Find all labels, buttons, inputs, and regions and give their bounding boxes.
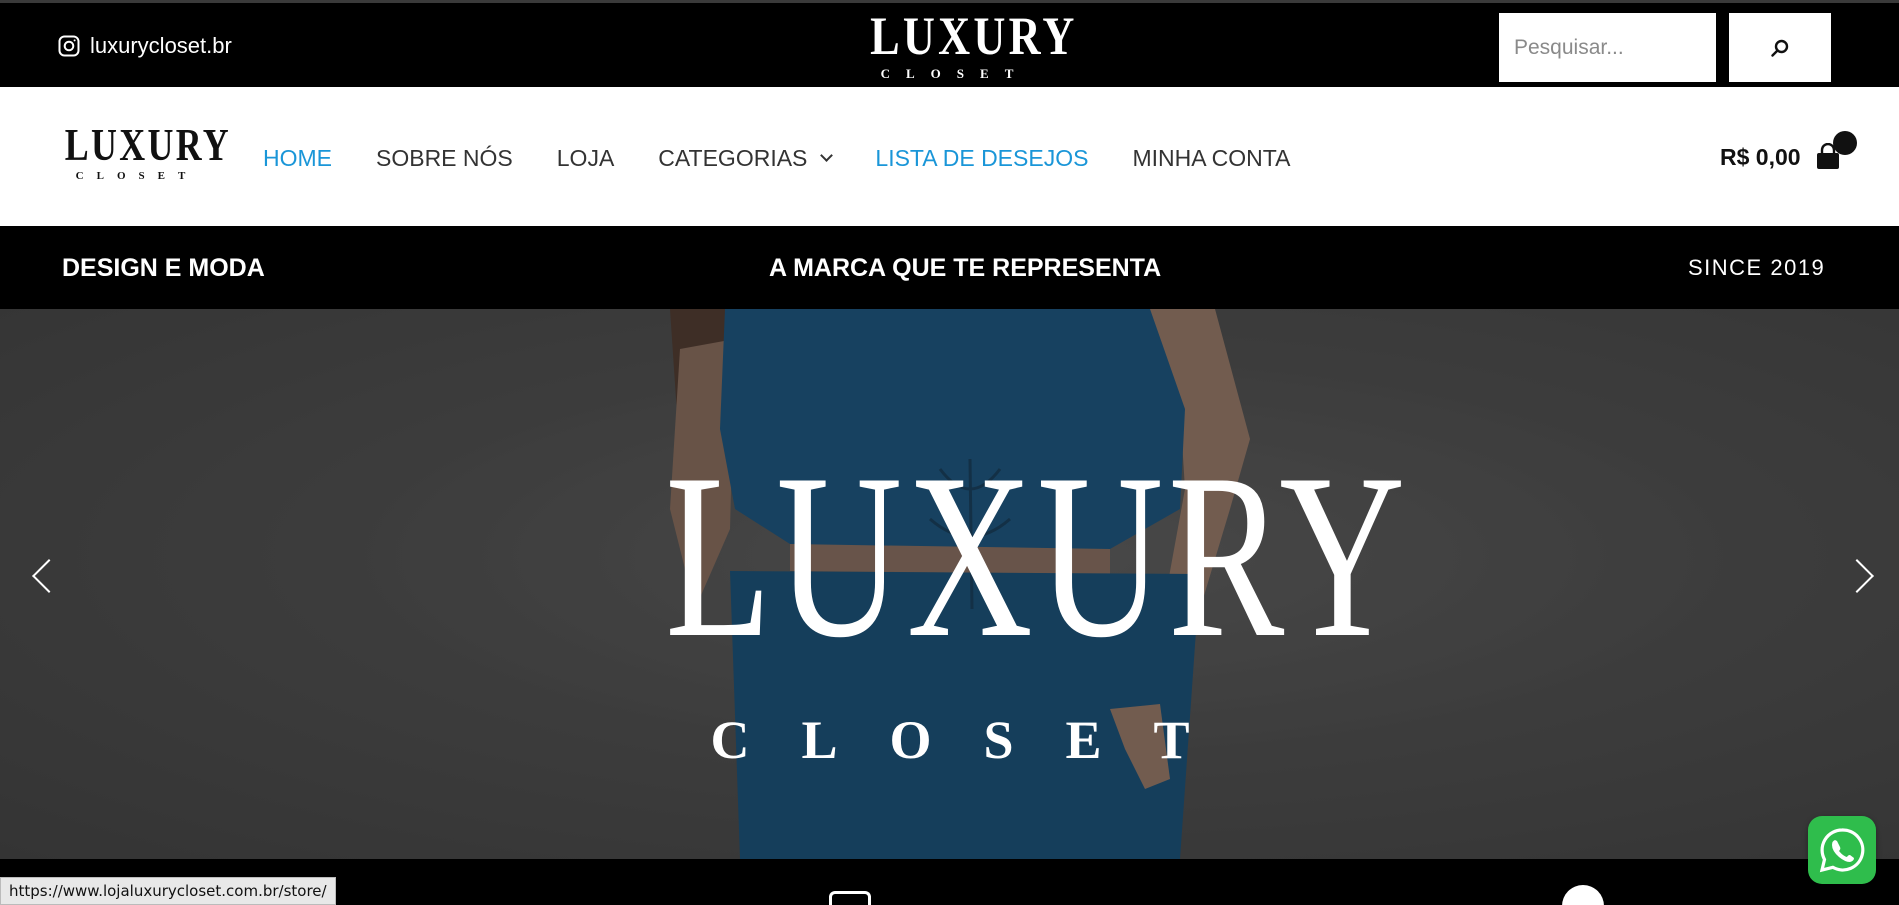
instagram-icon (58, 35, 80, 57)
top-bar: luxurycloset.br LUXURY CLOSET (0, 0, 1899, 87)
brand-logo-nav[interactable]: LUXURY CLOSET (46, 119, 231, 192)
brand-logo-top[interactable]: LUXURY CLOSET (853, 6, 1078, 85)
hero-logo-wordmark: LUXURY (665, 426, 1410, 687)
chevron-down-icon (820, 149, 834, 162)
status-bar-url: https://www.lojaluxurycloset.com.br/stor… (0, 877, 336, 905)
search-input[interactable] (1514, 35, 1709, 60)
nav-menu: HOME SOBRE NÓS LOJA CATEGORIAS LISTA DE … (263, 145, 1334, 172)
search-icon (1771, 39, 1789, 57)
globe-icon (1562, 885, 1604, 905)
cart-count-badge (1833, 131, 1857, 155)
main-navigation: LUXURY CLOSET HOME SOBRE NÓS LOJA CATEGO… (0, 87, 1899, 226)
logo-subtitle: CLOSET (75, 170, 199, 182)
logo-subtitle: CLOSET (880, 66, 1030, 81)
promo-banner: DESIGN E MODA A MARCA QUE TE REPRESENTA … (0, 226, 1899, 309)
nav-item-loja[interactable]: LOJA (557, 145, 615, 172)
hero-brand-logo: LUXURY CLOSET (565, 426, 1410, 770)
nav-item-lista-de-desejos[interactable]: LISTA DE DESEJOS (875, 145, 1088, 172)
instagram-handle: luxurycloset.br (90, 33, 232, 58)
whatsapp-button[interactable] (1808, 816, 1876, 884)
search-button[interactable] (1729, 13, 1831, 82)
logo-wordmark: LUXURY (64, 119, 231, 170)
nav-item-categorias[interactable]: CATEGORIAS (658, 145, 834, 172)
nav-item-sobre-nos[interactable]: SOBRE NÓS (376, 145, 513, 172)
promo-design-text: DESIGN E MODA (62, 254, 265, 282)
hero-logo-subtitle: CLOSET (710, 710, 1242, 770)
nav-item-minha-conta[interactable]: MINHA CONTA (1132, 145, 1290, 172)
search-field[interactable] (1499, 13, 1716, 82)
hero-slider: LUXURY CLOSET (0, 309, 1899, 859)
promo-since-text: SINCE 2019 (1688, 255, 1826, 280)
instagram-link[interactable]: luxurycloset.br (57, 33, 232, 59)
promo-tagline: A MARCA QUE TE REPRESENTA (769, 254, 1162, 282)
nav-item-home[interactable]: HOME (263, 145, 332, 172)
feature-icon (829, 891, 871, 905)
nav-item-categorias-label: CATEGORIAS (658, 145, 808, 171)
logo-wordmark: LUXURY (870, 6, 1078, 66)
cart-total[interactable]: R$ 0,00 (1720, 144, 1801, 171)
whatsapp-icon (1819, 828, 1865, 873)
